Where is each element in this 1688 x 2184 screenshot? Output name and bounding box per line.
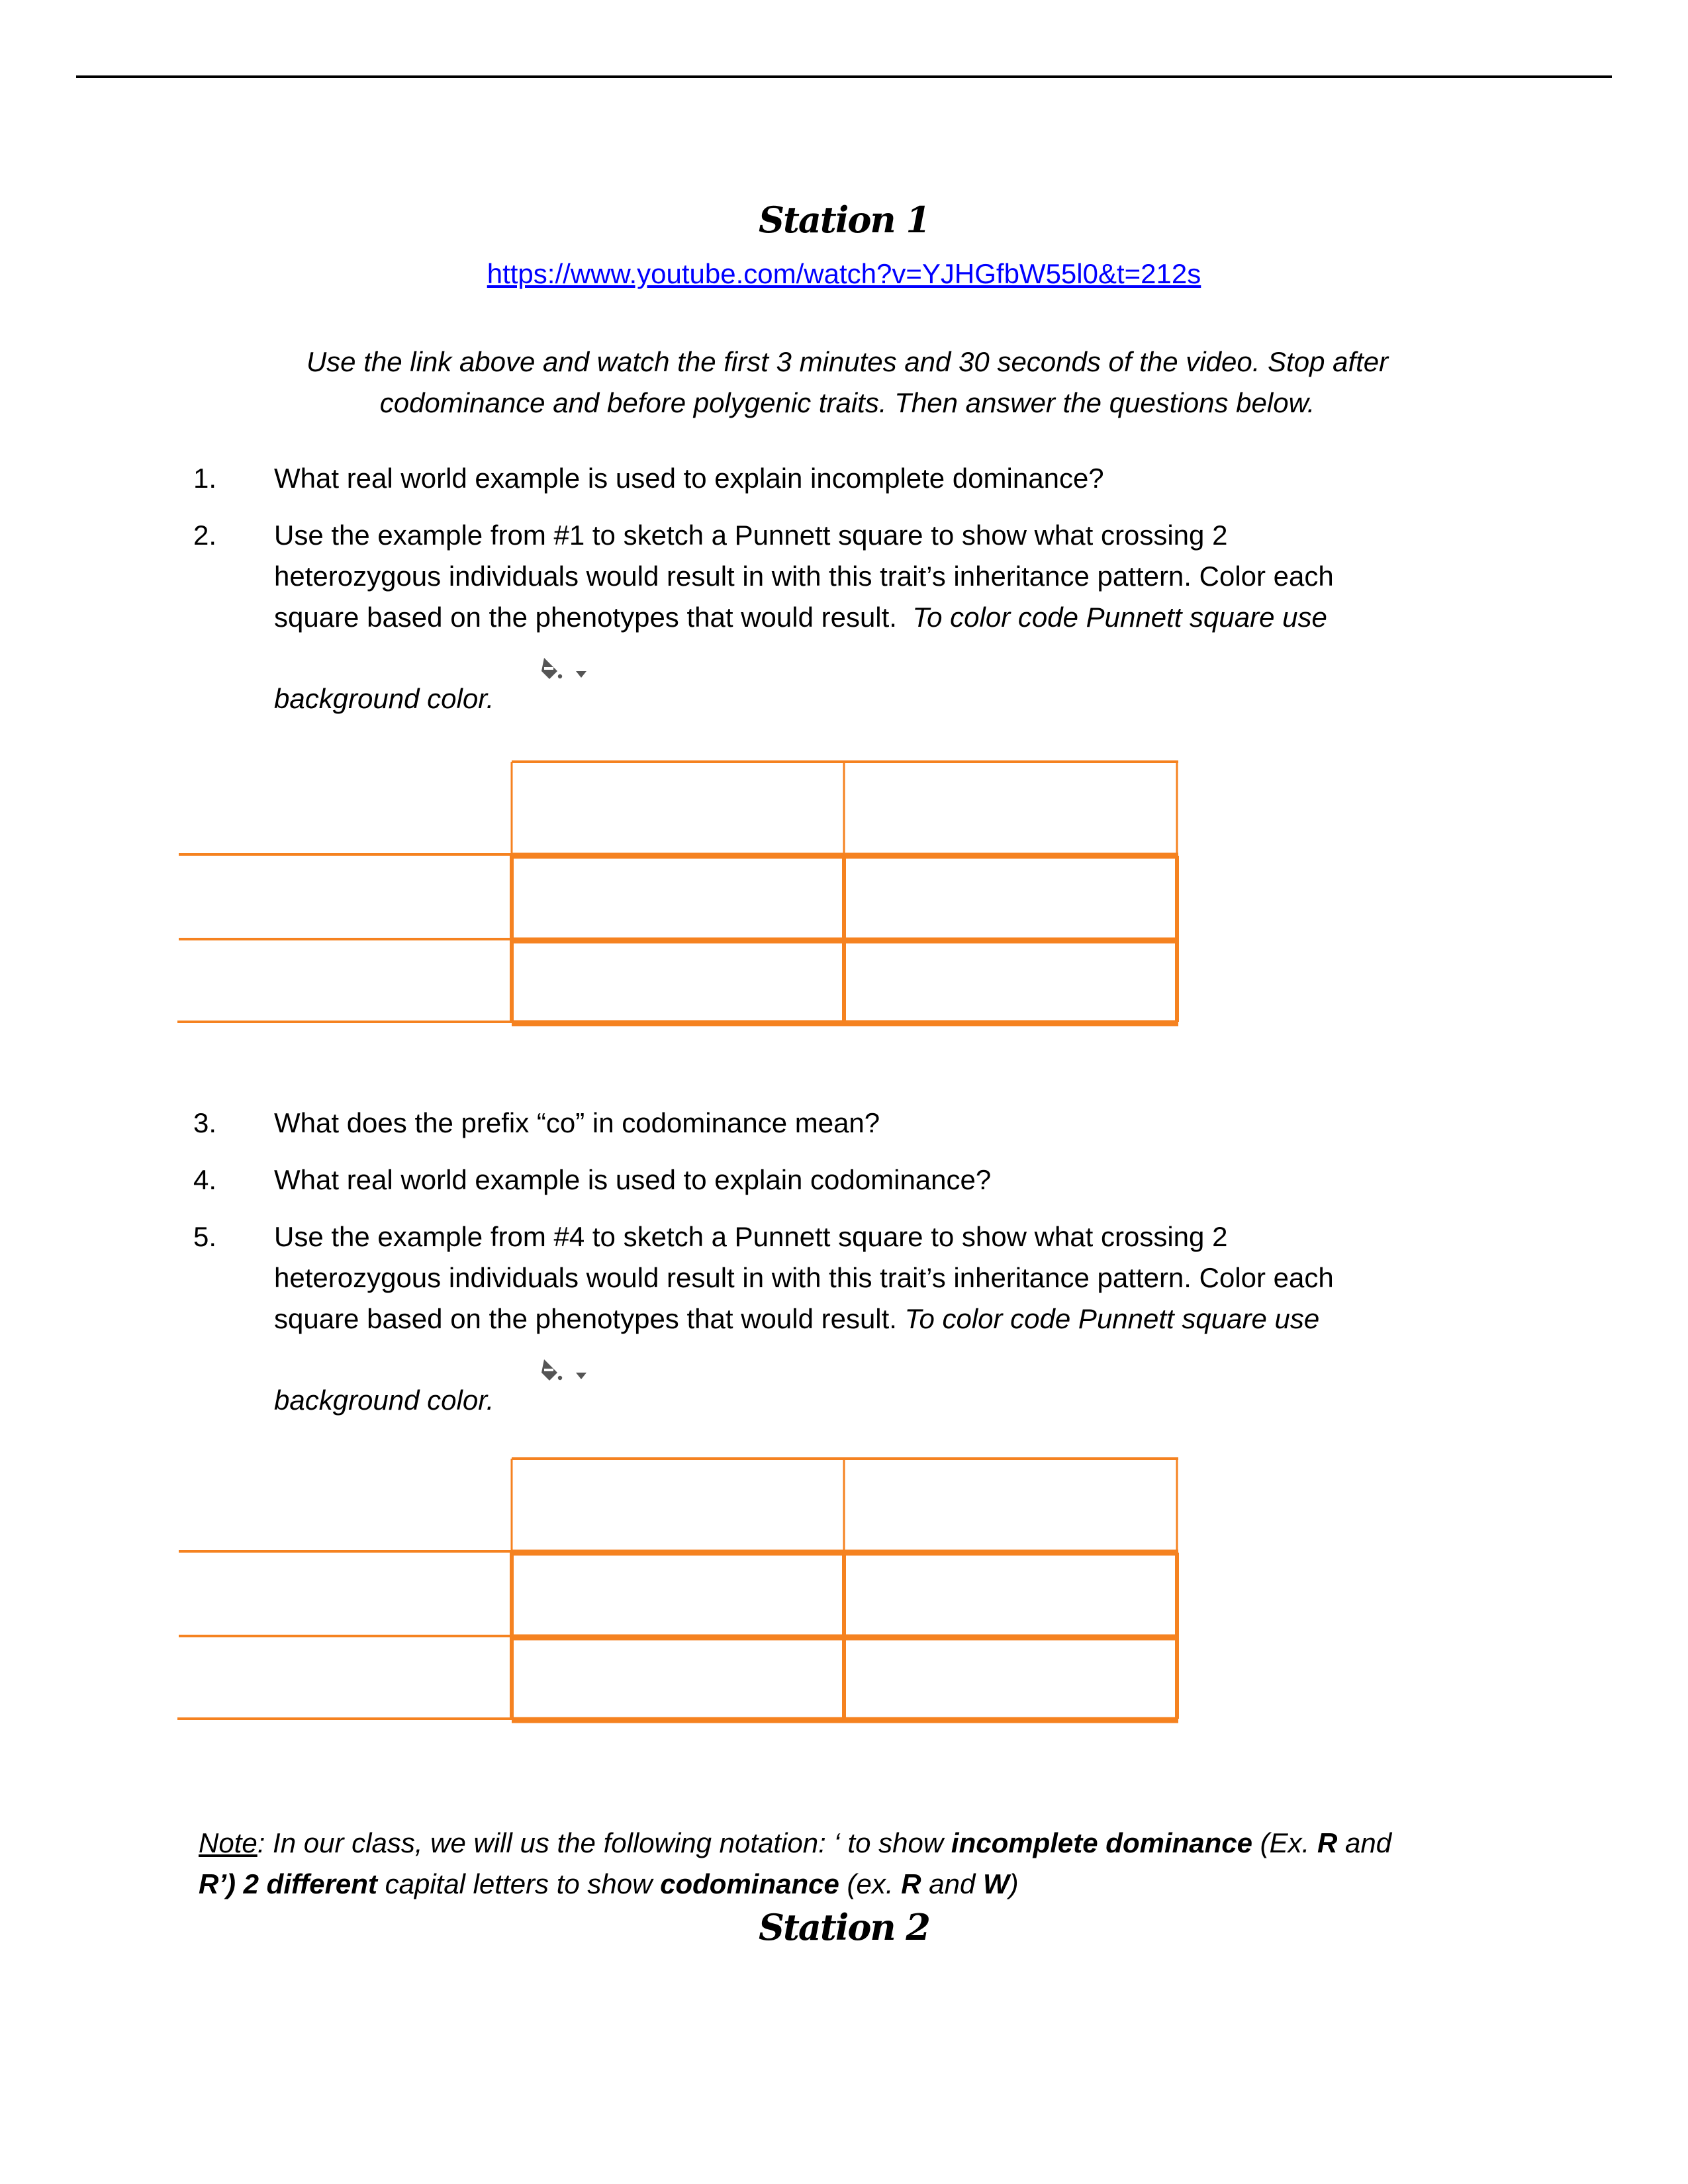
question-number: 3. xyxy=(193,1107,217,1138)
note-bold: R xyxy=(1317,1827,1338,1858)
punnett-cell[interactable] xyxy=(847,1557,1174,1633)
station-2-title: Station 2 xyxy=(758,1906,931,1948)
notation-note: Note: In our class, we will us the follo… xyxy=(199,1823,1496,1905)
punnett-cell[interactable] xyxy=(847,764,1174,852)
note-label: Note xyxy=(199,1827,258,1858)
note-text: and xyxy=(921,1868,983,1899)
instructions-line-1: Use the link above and watch the first 3… xyxy=(306,346,1389,377)
instructions: Use the link above and watch the first 3… xyxy=(225,341,1470,424)
question-text: What real world example is used to expla… xyxy=(274,463,1104,494)
color-instruction: To color code Punnett square use xyxy=(904,1303,1320,1334)
punnett-cell[interactable] xyxy=(514,764,841,852)
note-text: : In our class, we will us the following… xyxy=(257,1827,951,1858)
chevron-down-icon xyxy=(576,671,586,678)
question-number: 4. xyxy=(193,1164,217,1195)
punnett-row-header[interactable] xyxy=(180,942,510,1019)
station-1-title: Station 1 xyxy=(758,199,931,241)
color-instruction: To color code Punnett square use xyxy=(912,602,1327,633)
paint-bucket-icon[interactable] xyxy=(535,655,601,682)
chevron-down-icon xyxy=(576,1373,586,1379)
question-text-line: Use the example from #1 to sketch a Punn… xyxy=(274,520,1228,551)
question-number: 1. xyxy=(193,463,217,494)
question-text-line: heterozygous individuals would result in… xyxy=(274,1262,1334,1293)
punnett-row-header[interactable] xyxy=(180,1554,510,1633)
punnett-cell[interactable] xyxy=(514,1461,841,1549)
note-text: ) xyxy=(1009,1868,1019,1899)
punnett-cell[interactable] xyxy=(514,860,841,936)
question-number: 5. xyxy=(193,1221,217,1252)
note-bold: W xyxy=(983,1868,1009,1899)
question-number: 2. xyxy=(193,520,217,551)
background-color-label: background color. xyxy=(274,1385,494,1416)
question-text: What does the prefix “co” in codominance… xyxy=(274,1107,880,1138)
punnett-cell[interactable] xyxy=(847,1461,1174,1549)
punnett-cell[interactable] xyxy=(514,1557,841,1633)
question-text: What real world example is used to expla… xyxy=(274,1164,992,1195)
note-bold: R xyxy=(901,1868,921,1899)
header-rule xyxy=(76,75,1612,78)
punnett-cell[interactable] xyxy=(847,860,1174,936)
video-link-text[interactable]: https://www.youtube.com/watch?v=YJHGfbW5… xyxy=(487,258,1201,289)
question-text-line: square based on the phenotypes that woul… xyxy=(274,602,913,633)
background-color-label: background color. xyxy=(274,683,494,714)
note-bold: codominance xyxy=(660,1868,839,1899)
punnett-cell[interactable] xyxy=(514,945,841,1019)
punnett-row-header[interactable] xyxy=(180,857,510,936)
punnett-cell[interactable] xyxy=(847,1642,1174,1716)
punnett-row-header[interactable] xyxy=(180,1639,510,1716)
note-text: and xyxy=(1337,1827,1392,1858)
note-bold: R’) 2 different xyxy=(199,1868,377,1899)
note-text: (Ex. xyxy=(1252,1827,1318,1858)
punnett-square-2 xyxy=(177,1457,1179,1723)
question-text-line: square based on the phenotypes that woul… xyxy=(274,1303,905,1334)
video-link[interactable]: https://www.youtube.com/watch?v=YJHGfbW5… xyxy=(0,258,1688,290)
note-text: capital letters to show xyxy=(377,1868,661,1899)
note-bold: incomplete dominance xyxy=(951,1827,1252,1858)
punnett-cell[interactable] xyxy=(847,945,1174,1019)
question-text-line: Use the example from #4 to sketch a Punn… xyxy=(274,1221,1228,1252)
punnett-square-1 xyxy=(177,760,1179,1026)
instructions-line-2: codominance and before polygenic traits.… xyxy=(379,387,1315,418)
note-text: (ex. xyxy=(839,1868,902,1899)
question-text-line: heterozygous individuals would result in… xyxy=(274,561,1334,592)
punnett-cell[interactable] xyxy=(514,1642,841,1716)
paint-bucket-icon[interactable] xyxy=(535,1357,601,1383)
